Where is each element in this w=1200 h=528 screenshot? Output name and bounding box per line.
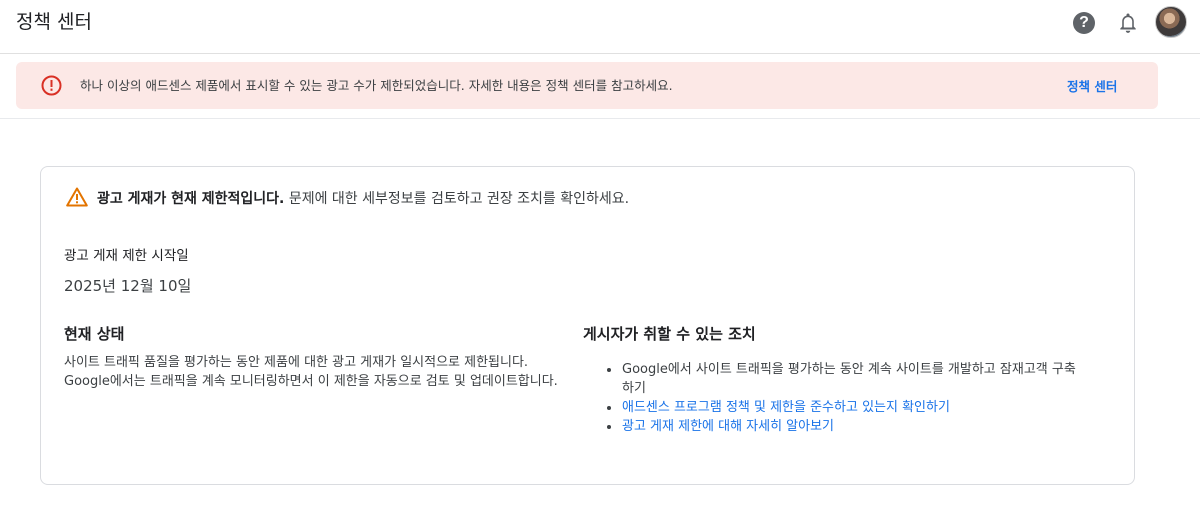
divider: [0, 118, 1200, 119]
warning-triangle-icon: [66, 187, 88, 207]
alert-banner: 하나 이상의 애드센스 제품에서 표시할 수 있는 광고 수가 제한되었습니다.…: [16, 62, 1158, 109]
error-circle-icon: [41, 75, 62, 96]
policy-center-link[interactable]: 정책 센터: [1067, 78, 1117, 95]
limit-start-label: 광고 게재 제한 시작일: [64, 248, 189, 264]
action-link-learn-more[interactable]: 광고 게재 제한에 대해 자세히 알아보기: [607, 417, 1082, 436]
page-title: 정책 센터: [16, 11, 92, 33]
avatar[interactable]: [1155, 6, 1187, 38]
status-card: 광고 게재가 현재 제한적입니다. 문제에 대한 세부정보를 검토하고 권장 조…: [40, 166, 1135, 485]
serving-limited-message: 광고 게재가 현재 제한적입니다. 문제에 대한 세부정보를 검토하고 권장 조…: [97, 189, 629, 209]
bell-icon[interactable]: [1117, 11, 1139, 35]
serving-limited-description: 문제에 대한 세부정보를 검토하고 권장 조치를 확인하세요.: [284, 191, 630, 207]
help-icon[interactable]: ?: [1073, 12, 1095, 34]
top-bar: 정책 센터 ?: [0, 0, 1200, 54]
current-status-body: 사이트 트래픽 품질을 평가하는 동안 제품에 대한 광고 게재가 일시적으로 …: [64, 355, 558, 389]
limit-start-date: 2025년 12월 10일: [64, 277, 192, 295]
publisher-actions-heading: 게시자가 취할 수 있는 조치: [583, 325, 756, 343]
serving-limited-title: 광고 게재가 현재 제한적입니다.: [97, 191, 285, 207]
action-link-check-policies[interactable]: 애드센스 프로그램 정책 및 제한을 준수하고 있는지 확인하기: [607, 398, 1082, 417]
alert-message: 하나 이상의 애드센스 제품에서 표시할 수 있는 광고 수가 제한되었습니다.…: [80, 78, 673, 93]
current-status-heading: 현재 상태: [64, 325, 125, 343]
publisher-actions-list: Google에서 사이트 트래픽을 평가하는 동안 계속 사이트를 개발하고 잠…: [607, 360, 1082, 436]
action-item-develop-site: Google에서 사이트 트래픽을 평가하는 동안 계속 사이트를 개발하고 잠…: [607, 360, 1082, 398]
